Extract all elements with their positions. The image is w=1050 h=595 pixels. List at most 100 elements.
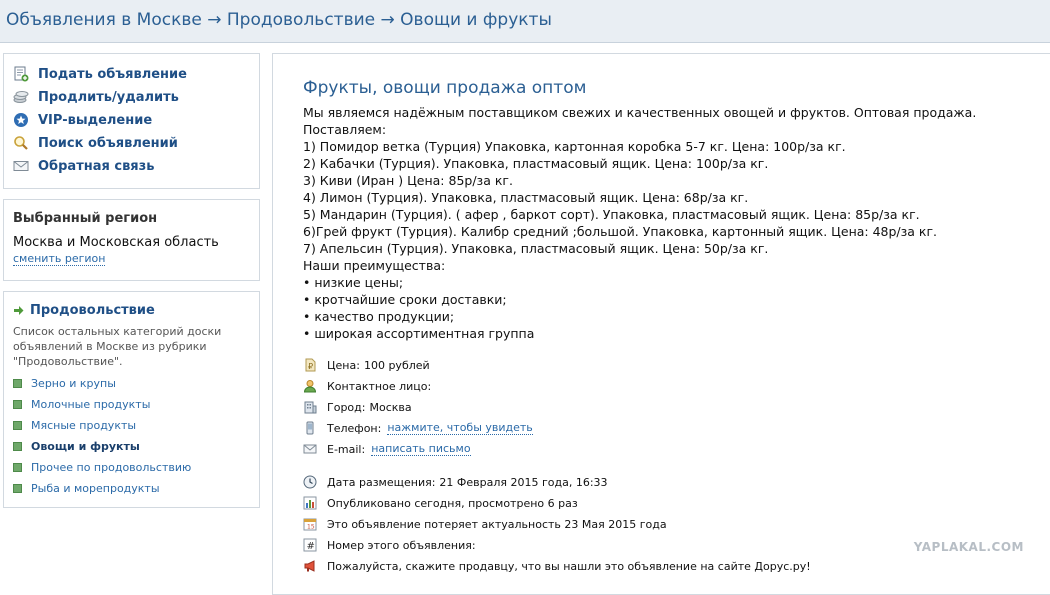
ad-line: • широкая ассортиментная группа bbox=[303, 326, 535, 341]
date-value: 21 Февраля 2015 года, 16:33 bbox=[439, 475, 608, 489]
breadcrumb-ads-moscow[interactable]: Объявления в Москве bbox=[6, 10, 202, 30]
phone-row: Телефон: нажмите, чтобы увидеть bbox=[303, 419, 533, 437]
action-vip-label: VIP-выделение bbox=[38, 112, 153, 128]
top-bar: Объявления в Москве → Продовольствие → О… bbox=[0, 0, 1050, 43]
bullet-icon bbox=[13, 378, 22, 388]
category-title: Продовольствие bbox=[30, 303, 155, 318]
category-item-fish-seafood[interactable]: Рыба и морепродукты bbox=[13, 480, 160, 496]
category-item-label: Рыба и морепродукты bbox=[31, 481, 160, 495]
ad-line: • качество продукции; bbox=[303, 309, 455, 324]
svg-text:#: # bbox=[307, 541, 315, 552]
breadcrumb-separator: → bbox=[201, 10, 227, 30]
action-search-label: Поиск объявлений bbox=[38, 135, 178, 151]
bullet-icon bbox=[13, 462, 22, 472]
category-item-vegetables-fruits[interactable]: Овощи и фрукты bbox=[13, 438, 140, 454]
star-badge-icon bbox=[13, 112, 29, 128]
region-panel: Выбранный регион Москва и Московская обл… bbox=[3, 199, 260, 281]
action-post-ad[interactable]: Подать объявление bbox=[13, 64, 187, 84]
breadcrumb-separator: → bbox=[375, 10, 401, 30]
price-value: 100 рублей bbox=[363, 358, 430, 372]
category-item-label: Овощи и фрукты bbox=[31, 439, 140, 453]
action-renew-delete[interactable]: Продлить/удалить bbox=[13, 87, 179, 107]
ad-title: Фрукты, овощи продажа оптом bbox=[303, 78, 587, 98]
ad-line: Мы являемся надёжным поставщиком свежих … bbox=[303, 105, 977, 120]
email-row: E-mail: написать письмо bbox=[303, 440, 471, 458]
clock-icon bbox=[303, 475, 317, 489]
building-icon bbox=[303, 400, 317, 414]
tell-seller-text: Пожалуйста, скажите продавцу, что вы наш… bbox=[327, 559, 811, 573]
published-row: Опубликовано сегодня, просмотрено 6 раз bbox=[303, 494, 578, 512]
megaphone-icon bbox=[303, 559, 317, 573]
ad-line: 1) Помидор ветка (Турция) Упаковка, карт… bbox=[303, 139, 846, 154]
actions-panel: Подать объявление Продлить/удалить VIP-в… bbox=[3, 53, 260, 189]
ad-line: Наши преимущества: bbox=[303, 258, 446, 273]
action-vip[interactable]: VIP-выделение bbox=[13, 110, 152, 130]
ad-panel: Фрукты, овощи продажа оптом Мы являемся … bbox=[272, 53, 1050, 595]
add-document-icon bbox=[13, 66, 29, 82]
ad-number-label: Номер этого объявления: bbox=[327, 538, 476, 552]
action-post-ad-label: Подать объявление bbox=[38, 66, 187, 82]
change-region-link[interactable]: сменить регион bbox=[13, 252, 106, 266]
ad-line: 4) Лимон (Турция). Упаковка, пластмасовы… bbox=[303, 190, 749, 205]
action-feedback-label: Обратная связь bbox=[38, 158, 155, 174]
coins-icon bbox=[13, 89, 29, 105]
ad-line: Поставляем: bbox=[303, 122, 387, 137]
action-renew-delete-label: Продлить/удалить bbox=[38, 89, 179, 105]
category-title-link[interactable]: Продовольствие bbox=[13, 303, 155, 318]
breadcrumb-food[interactable]: Продовольствие bbox=[227, 10, 375, 30]
region-title: Выбранный регион bbox=[13, 211, 158, 226]
ad-line: 2) Кабачки (Турция). Упаковка, пластмасо… bbox=[303, 156, 769, 171]
mobile-phone-icon bbox=[303, 421, 317, 435]
ad-description: Мы являемся надёжным поставщиком свежих … bbox=[303, 104, 976, 342]
hash-icon: # bbox=[303, 538, 317, 552]
price-row: ₽ Цена: 100 рублей bbox=[303, 356, 430, 374]
envelope-icon bbox=[303, 442, 317, 456]
calendar-icon: 15 bbox=[303, 517, 317, 531]
date-label: Дата размещения: bbox=[327, 475, 436, 489]
published-text: Опубликовано сегодня, просмотрено 6 раз bbox=[327, 496, 578, 510]
arrow-right-icon bbox=[13, 305, 24, 316]
price-tag-icon: ₽ bbox=[303, 358, 317, 372]
breadcrumb-vegetables-fruits[interactable]: Овощи и фрукты bbox=[400, 10, 552, 30]
region-name: Москва и Московская область bbox=[13, 235, 219, 250]
svg-text:15: 15 bbox=[307, 524, 315, 531]
envelope-icon bbox=[13, 158, 29, 174]
tell-seller-row: Пожалуйста, скажите продавцу, что вы наш… bbox=[303, 557, 811, 575]
bullet-icon bbox=[13, 441, 22, 451]
city-value: Москва bbox=[369, 400, 412, 414]
write-email-link[interactable]: написать письмо bbox=[371, 442, 471, 456]
expires-text: Это объявление потеряет актуальность 23 … bbox=[327, 517, 667, 531]
ad-line: • низкие цены; bbox=[303, 275, 404, 290]
category-item-label: Прочее по продовольствию bbox=[31, 460, 192, 474]
action-search[interactable]: Поиск объявлений bbox=[13, 133, 178, 153]
category-item-other-food[interactable]: Прочее по продовольствию bbox=[13, 459, 191, 475]
ad-line: 6)Грей фрукт (Турция). Калибр средний ;б… bbox=[303, 224, 938, 239]
category-item-meat[interactable]: Мясные продукты bbox=[13, 417, 136, 433]
category-description: Список остальных категорий доски объявле… bbox=[13, 325, 222, 368]
category-panel: Продовольствие Список остальных категори… bbox=[3, 291, 260, 508]
category-item-label: Молочные продукты bbox=[31, 397, 151, 411]
ad-line: 7) Апельсин (Турция). Упаковка, пластмас… bbox=[303, 241, 769, 256]
expires-row: 15 Это объявление потеряет актуальность … bbox=[303, 515, 667, 533]
ad-number-row: # Номер этого объявления: bbox=[303, 536, 476, 554]
category-item-grain[interactable]: Зерно и крупы bbox=[13, 375, 116, 391]
bullet-icon bbox=[13, 483, 22, 493]
category-item-dairy[interactable]: Молочные продукты bbox=[13, 396, 150, 412]
date-row: Дата размещения: 21 Февраля 2015 года, 16… bbox=[303, 473, 608, 491]
watermark: YAPLAKAL.COM bbox=[913, 540, 1024, 554]
city-label: Город: bbox=[327, 400, 366, 414]
show-phone-link[interactable]: нажмите, чтобы увидеть bbox=[387, 421, 533, 435]
email-label: E-mail: bbox=[327, 442, 366, 456]
contact-label: Контактное лицо: bbox=[327, 379, 432, 393]
price-label: Цена: bbox=[327, 358, 360, 372]
bullet-icon bbox=[13, 420, 22, 430]
action-feedback[interactable]: Обратная связь bbox=[13, 156, 154, 176]
ad-line: 3) Киви (Иран ) Цена: 85р/за кг. bbox=[303, 173, 513, 188]
svg-text:₽: ₽ bbox=[308, 362, 313, 371]
bar-chart-icon bbox=[303, 496, 317, 510]
category-item-label: Зерно и крупы bbox=[31, 376, 116, 390]
city-row: Город: Москва bbox=[303, 398, 412, 416]
user-icon bbox=[303, 379, 317, 393]
category-item-label: Мясные продукты bbox=[31, 418, 137, 432]
phone-label: Телефон: bbox=[327, 421, 382, 435]
